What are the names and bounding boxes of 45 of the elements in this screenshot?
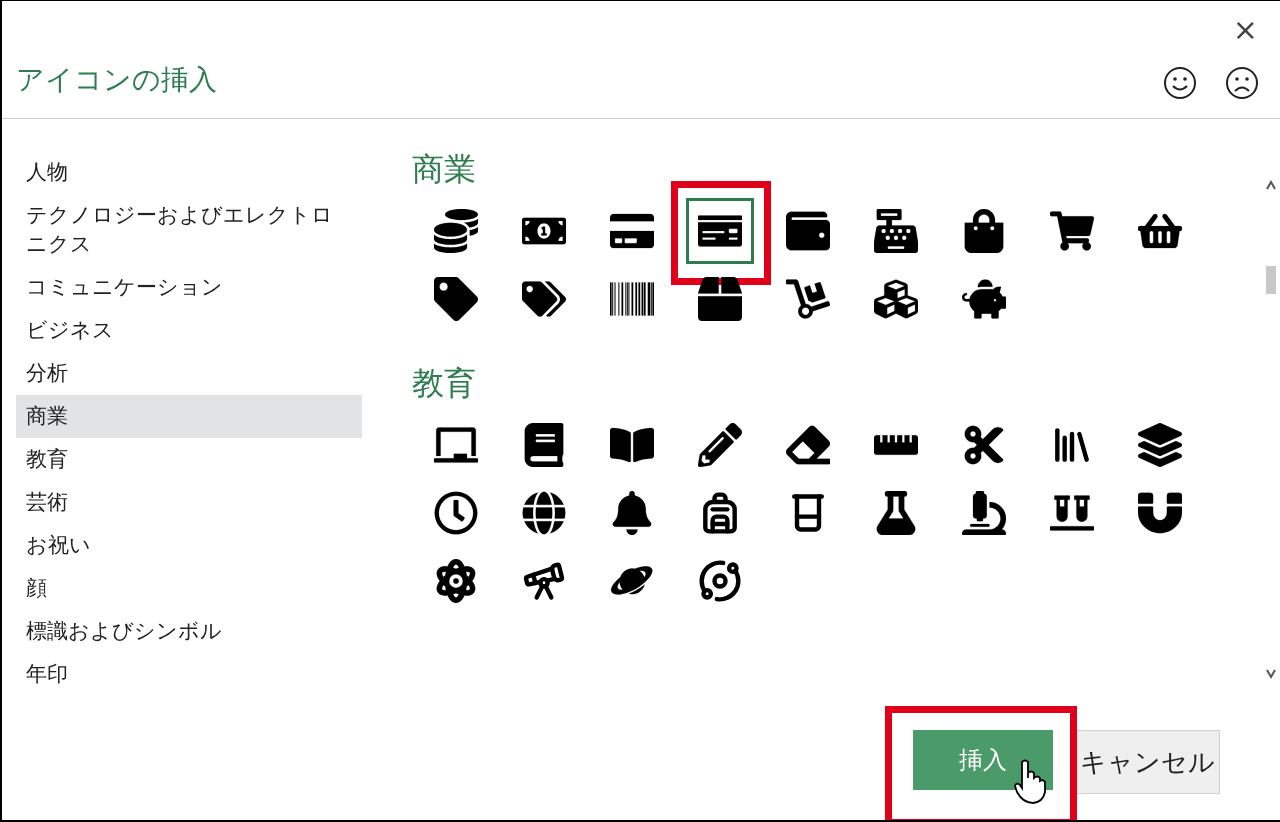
- eraser-icon: [786, 423, 830, 467]
- category-item[interactable]: 分析: [16, 352, 362, 395]
- category-item[interactable]: 芸術: [16, 481, 362, 524]
- wallet-icon: [786, 209, 830, 253]
- hand-truck-icon: [786, 277, 830, 321]
- flask-icon: [874, 491, 918, 535]
- globe-icon: [522, 491, 566, 535]
- category-item[interactable]: 商業: [16, 395, 362, 438]
- cash-register-icon: [874, 209, 918, 253]
- smile-icon[interactable]: [1162, 65, 1198, 101]
- category-item[interactable]: 顔: [16, 567, 362, 610]
- microscope-icon: [962, 491, 1006, 535]
- shopping-cart-icon: [1050, 209, 1094, 253]
- book-stack-icon: [1138, 423, 1182, 467]
- dialog-title: アイコンの挿入: [16, 62, 217, 98]
- clock-icon: [434, 491, 478, 535]
- cancel-button[interactable]: キャンセル: [1075, 730, 1220, 794]
- hand-cursor-icon: [1013, 758, 1047, 804]
- section-heading: 商業: [412, 149, 477, 189]
- notebook-icon: [522, 423, 566, 467]
- category-item[interactable]: コミュニケーション: [16, 266, 362, 309]
- category-item[interactable]: テクノロジーおよびエレクトロニクス: [16, 194, 362, 266]
- category-item[interactable]: お祝い: [16, 524, 362, 567]
- category-item[interactable]: 教育: [16, 438, 362, 481]
- atom-icon: [434, 559, 478, 603]
- section-heading: 教育: [412, 363, 477, 403]
- category-item[interactable]: 人物: [16, 151, 362, 194]
- scissors-icon: [962, 423, 1006, 467]
- piggy-bank-icon: [962, 277, 1006, 321]
- magnet-icon: [1138, 491, 1182, 535]
- bell-icon: [610, 491, 654, 535]
- category-item[interactable]: ビジネス: [16, 309, 362, 352]
- category-item[interactable]: 標識およびシンボル: [16, 610, 362, 653]
- coins-icon: [434, 209, 478, 253]
- icon-tile[interactable]: [686, 198, 754, 264]
- box-icon: [698, 277, 742, 321]
- bullion-stack-icon: [874, 277, 918, 321]
- category-item[interactable]: 年印: [16, 653, 362, 696]
- pencil-icon: [698, 423, 742, 467]
- orbit-icon: [698, 559, 742, 603]
- shopping-bag-icon: [962, 209, 1006, 253]
- tag-icon: [434, 277, 478, 321]
- frown-icon[interactable]: [1224, 65, 1260, 101]
- close-button[interactable]: ×: [1232, 15, 1258, 45]
- scrollbar-thumb[interactable]: [1266, 265, 1276, 294]
